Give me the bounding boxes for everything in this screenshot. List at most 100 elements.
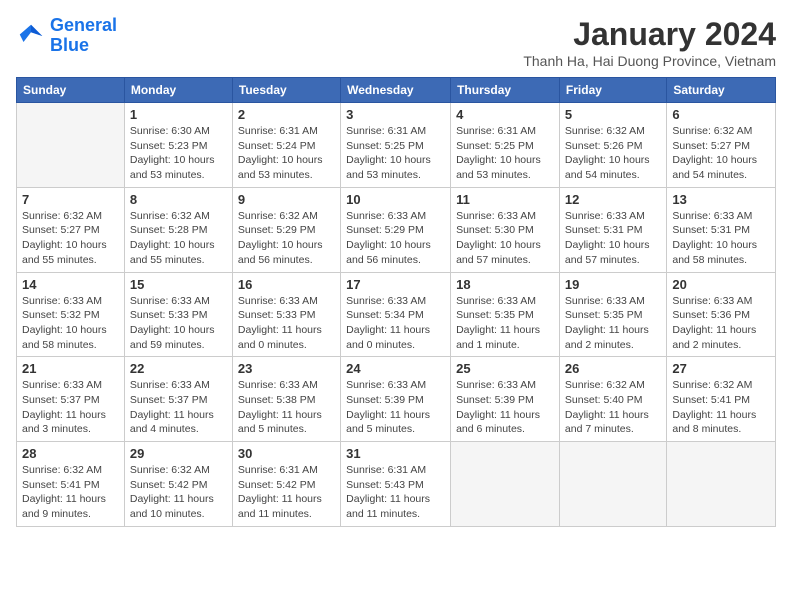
day-number: 26: [565, 361, 661, 376]
day-info: Sunrise: 6:31 AM Sunset: 5:25 PM Dayligh…: [456, 124, 554, 183]
calendar-day-cell: 27 Sunrise: 6:32 AM Sunset: 5:41 PM Dayli…: [667, 357, 776, 442]
calendar-day-cell: 3 Sunrise: 6:31 AM Sunset: 5:25 PM Daylig…: [341, 103, 451, 188]
page-header: General Blue January 2024 Thanh Ha, Hai …: [16, 16, 776, 69]
day-number: 15: [130, 277, 227, 292]
day-info: Sunrise: 6:32 AM Sunset: 5:41 PM Dayligh…: [22, 463, 119, 522]
calendar-header-row: SundayMondayTuesdayWednesdayThursdayFrid…: [17, 78, 776, 103]
calendar-day-cell: 25 Sunrise: 6:33 AM Sunset: 5:39 PM Dayli…: [451, 357, 560, 442]
title-block: January 2024 Thanh Ha, Hai Duong Provinc…: [523, 16, 776, 69]
calendar-week-row: 14Sunrise: 6:33 AM Sunset: 5:32 PM Dayli…: [17, 272, 776, 357]
calendar-week-row: 1Sunrise: 6:30 AM Sunset: 5:23 PM Daylig…: [17, 103, 776, 188]
day-info: Sunrise: 6:32 AM Sunset: 5:41 PM Dayligh…: [672, 378, 770, 437]
day-info: Sunrise: 6:32 AM Sunset: 5:40 PM Dayligh…: [565, 378, 661, 437]
day-info: Sunrise: 6:33 AM Sunset: 5:38 PM Dayligh…: [238, 378, 335, 437]
day-info: Sunrise: 6:32 AM Sunset: 5:27 PM Dayligh…: [672, 124, 770, 183]
weekday-header: Friday: [559, 78, 666, 103]
weekday-header: Wednesday: [341, 78, 451, 103]
calendar-day-cell: 20 Sunrise: 6:33 AM Sunset: 5:36 PM Dayli…: [667, 272, 776, 357]
calendar-day-cell: 6 Sunrise: 6:32 AM Sunset: 5:27 PM Daylig…: [667, 103, 776, 188]
day-number: 24: [346, 361, 445, 376]
calendar-day-cell: [17, 103, 125, 188]
day-number: 5: [565, 107, 661, 122]
calendar-day-cell: 29 Sunrise: 6:32 AM Sunset: 5:42 PM Dayli…: [124, 442, 232, 527]
calendar-day-cell: [667, 442, 776, 527]
calendar-day-cell: 19Sunrise: 6:33 AM Sunset: 5:35 PM Dayli…: [559, 272, 666, 357]
day-info: Sunrise: 6:33 AM Sunset: 5:37 PM Dayligh…: [22, 378, 119, 437]
calendar-day-cell: 14Sunrise: 6:33 AM Sunset: 5:32 PM Dayli…: [17, 272, 125, 357]
day-number: 20: [672, 277, 770, 292]
calendar-day-cell: [559, 442, 666, 527]
day-number: 8: [130, 192, 227, 207]
day-number: 6: [672, 107, 770, 122]
day-info: Sunrise: 6:33 AM Sunset: 5:34 PM Dayligh…: [346, 294, 445, 353]
weekday-header: Monday: [124, 78, 232, 103]
day-number: 19: [565, 277, 661, 292]
calendar-day-cell: 5 Sunrise: 6:32 AM Sunset: 5:26 PM Daylig…: [559, 103, 666, 188]
calendar-day-cell: 4 Sunrise: 6:31 AM Sunset: 5:25 PM Daylig…: [451, 103, 560, 188]
day-number: 3: [346, 107, 445, 122]
day-info: Sunrise: 6:33 AM Sunset: 5:29 PM Dayligh…: [346, 209, 445, 268]
calendar-day-cell: 30Sunrise: 6:31 AM Sunset: 5:42 PM Dayli…: [232, 442, 340, 527]
day-number: 7: [22, 192, 119, 207]
day-number: 11: [456, 192, 554, 207]
day-number: 17: [346, 277, 445, 292]
calendar-day-cell: 22Sunrise: 6:33 AM Sunset: 5:37 PM Dayli…: [124, 357, 232, 442]
day-info: Sunrise: 6:33 AM Sunset: 5:33 PM Dayligh…: [130, 294, 227, 353]
logo: General Blue: [16, 16, 117, 56]
calendar-week-row: 7 Sunrise: 6:32 AM Sunset: 5:27 PM Daylig…: [17, 187, 776, 272]
calendar-day-cell: 9Sunrise: 6:32 AM Sunset: 5:29 PM Daylig…: [232, 187, 340, 272]
day-number: 1: [130, 107, 227, 122]
day-number: 23: [238, 361, 335, 376]
calendar-day-cell: 8Sunrise: 6:32 AM Sunset: 5:28 PM Daylig…: [124, 187, 232, 272]
day-number: 25: [456, 361, 554, 376]
day-info: Sunrise: 6:33 AM Sunset: 5:32 PM Dayligh…: [22, 294, 119, 353]
calendar-day-cell: 18 Sunrise: 6:33 AM Sunset: 5:35 PM Dayli…: [451, 272, 560, 357]
calendar-day-cell: 13Sunrise: 6:33 AM Sunset: 5:31 PM Dayli…: [667, 187, 776, 272]
day-info: Sunrise: 6:31 AM Sunset: 5:42 PM Dayligh…: [238, 463, 335, 522]
weekday-header: Thursday: [451, 78, 560, 103]
calendar-day-cell: 31 Sunrise: 6:31 AM Sunset: 5:43 PM Dayli…: [341, 442, 451, 527]
logo-bird-icon: [16, 21, 46, 51]
day-number: 27: [672, 361, 770, 376]
day-info: Sunrise: 6:32 AM Sunset: 5:27 PM Dayligh…: [22, 209, 119, 268]
calendar-day-cell: 10Sunrise: 6:33 AM Sunset: 5:29 PM Dayli…: [341, 187, 451, 272]
calendar-day-cell: 11 Sunrise: 6:33 AM Sunset: 5:30 PM Dayli…: [451, 187, 560, 272]
day-info: Sunrise: 6:33 AM Sunset: 5:39 PM Dayligh…: [456, 378, 554, 437]
day-info: Sunrise: 6:33 AM Sunset: 5:35 PM Dayligh…: [456, 294, 554, 353]
day-info: Sunrise: 6:33 AM Sunset: 5:39 PM Dayligh…: [346, 378, 445, 437]
day-number: 18: [456, 277, 554, 292]
calendar-day-cell: 28 Sunrise: 6:32 AM Sunset: 5:41 PM Dayli…: [17, 442, 125, 527]
calendar-day-cell: 15 Sunrise: 6:33 AM Sunset: 5:33 PM Dayli…: [124, 272, 232, 357]
day-number: 16: [238, 277, 335, 292]
day-info: Sunrise: 6:31 AM Sunset: 5:24 PM Dayligh…: [238, 124, 335, 183]
calendar-day-cell: 21 Sunrise: 6:33 AM Sunset: 5:37 PM Dayli…: [17, 357, 125, 442]
calendar-day-cell: 1Sunrise: 6:30 AM Sunset: 5:23 PM Daylig…: [124, 103, 232, 188]
day-info: Sunrise: 6:32 AM Sunset: 5:42 PM Dayligh…: [130, 463, 227, 522]
calendar-day-cell: 24 Sunrise: 6:33 AM Sunset: 5:39 PM Dayli…: [341, 357, 451, 442]
day-info: Sunrise: 6:31 AM Sunset: 5:25 PM Dayligh…: [346, 124, 445, 183]
day-info: Sunrise: 6:33 AM Sunset: 5:36 PM Dayligh…: [672, 294, 770, 353]
weekday-header: Saturday: [667, 78, 776, 103]
day-number: 31: [346, 446, 445, 461]
logo-text: General Blue: [50, 16, 117, 56]
day-number: 2: [238, 107, 335, 122]
calendar-day-cell: 16Sunrise: 6:33 AM Sunset: 5:33 PM Dayli…: [232, 272, 340, 357]
day-info: Sunrise: 6:33 AM Sunset: 5:30 PM Dayligh…: [456, 209, 554, 268]
calendar-table: SundayMondayTuesdayWednesdayThursdayFrid…: [16, 77, 776, 527]
calendar-week-row: 28 Sunrise: 6:32 AM Sunset: 5:41 PM Dayli…: [17, 442, 776, 527]
calendar-day-cell: [451, 442, 560, 527]
calendar-day-cell: 17 Sunrise: 6:33 AM Sunset: 5:34 PM Dayli…: [341, 272, 451, 357]
weekday-header: Tuesday: [232, 78, 340, 103]
day-number: 12: [565, 192, 661, 207]
day-number: 21: [22, 361, 119, 376]
day-number: 22: [130, 361, 227, 376]
day-info: Sunrise: 6:31 AM Sunset: 5:43 PM Dayligh…: [346, 463, 445, 522]
calendar-day-cell: 26 Sunrise: 6:32 AM Sunset: 5:40 PM Dayli…: [559, 357, 666, 442]
day-number: 9: [238, 192, 335, 207]
day-info: Sunrise: 6:32 AM Sunset: 5:26 PM Dayligh…: [565, 124, 661, 183]
day-number: 4: [456, 107, 554, 122]
calendar-day-cell: 12Sunrise: 6:33 AM Sunset: 5:31 PM Dayli…: [559, 187, 666, 272]
day-number: 29: [130, 446, 227, 461]
day-number: 13: [672, 192, 770, 207]
day-number: 28: [22, 446, 119, 461]
